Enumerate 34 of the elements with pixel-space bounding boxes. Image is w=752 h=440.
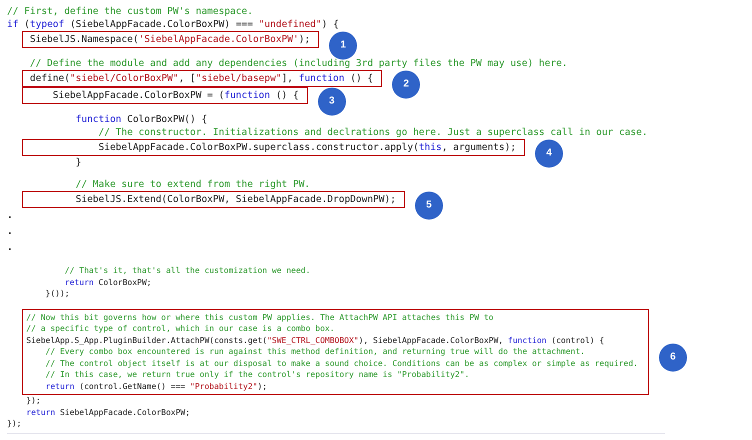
- step-number: 3: [318, 87, 346, 116]
- code-line: return ColorBoxPW;: [64, 276, 152, 288]
- code-line: // In this case, we return true only if the control's repository name is "Probability2".: [44, 369, 470, 380]
- code-line: function ColorBoxPW() {: [74, 113, 208, 126]
- code-line: }());: [44, 288, 70, 300]
- step-number: 4: [535, 139, 564, 168]
- code-line: return (control.GetName() === "Probability2");: [44, 380, 268, 392]
- ellipsis-dot: .: [7, 209, 13, 223]
- code-line: });: [25, 395, 41, 406]
- code-line: }: [74, 156, 82, 169]
- code-line: // First, define the custom PW's namespace.: [7, 5, 253, 18]
- code-line: // The control object itself is at our disposal to make a sound choice. Conditions can be as complex or simple as required.: [44, 358, 638, 369]
- code-line: if (typeof (SiebelAppFacade.ColorBoxPW) === "undefined") {: [7, 18, 339, 31]
- code-line: define("siebel/ColorBoxPW", ["siebel/basepw"], function () {: [28, 72, 374, 85]
- step-number: 1: [329, 31, 358, 60]
- code-line: SiebelJS.Extend(ColorBoxPW, SiebelAppFacade.DropDownPW);: [74, 193, 396, 206]
- code-line: SiebelAppFacade.ColorBoxPW = (function () {: [52, 89, 299, 102]
- code-line: // Every combo box encountered is run against this method definition, and returning true will do the attachment.: [44, 346, 585, 358]
- code-line: });: [7, 418, 22, 430]
- code-line: SiebelJS.Namespace('SiebelAppFacade.ColorBoxPW');: [28, 33, 310, 46]
- step-number: 2: [392, 70, 420, 98]
- code-line: // Define the module and add any dependencies (including 3rd party files the PW may use) here.: [28, 57, 568, 70]
- ellipsis-dot: .: [7, 241, 13, 255]
- code-line: // Make sure to extend from the right PW.: [74, 178, 310, 191]
- step-number: 6: [658, 343, 687, 372]
- code-line: SiebelApp.S_App.PluginBuilder.AttachPW(consts.get("SWE_CTRL_COMBOBOX"), SiebelAppFacade.ColorBoxPW, function (control) {: [25, 334, 604, 346]
- step-number: 5: [414, 191, 443, 220]
- code-line: // That's it, that's all the customization we need.: [64, 265, 310, 276]
- code-line: // a specific type of control, which in our case is a combo box.: [25, 323, 335, 334]
- code-line: // Now this bit governs how or where this custom PW applies. The AttachPW API attaches this PW to: [25, 312, 494, 323]
- ellipsis-dot: .: [7, 225, 13, 239]
- code-line: SiebelAppFacade.ColorBoxPW.superclass.constructor.apply(this, arguments);: [98, 141, 516, 154]
- code-line: return SiebelAppFacade.ColorBoxPW;: [25, 406, 190, 418]
- code-line: // The constructor. Initializations and declrations go here. Just a superclass call in our case.: [98, 126, 648, 139]
